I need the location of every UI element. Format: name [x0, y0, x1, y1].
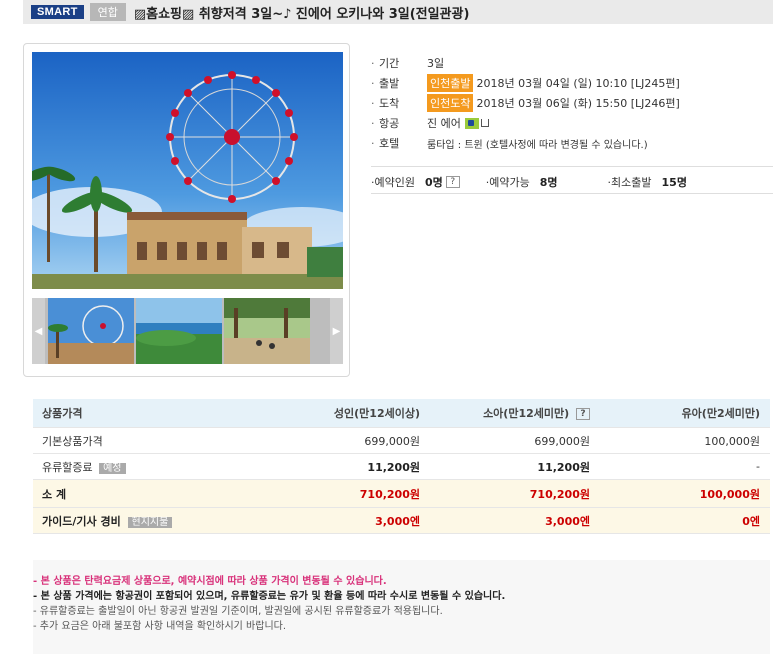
thumbnail-strip: ◀ ▶ — [32, 298, 343, 364]
linked-badge: 연합 — [89, 3, 126, 21]
chevron-right-icon[interactable]: ▶ — [330, 298, 343, 364]
airline-code-icon — [480, 119, 489, 127]
child-price: 3,000엔 — [545, 514, 590, 528]
hotel-value: 룸타입 : 트윈 (호텔사정에 따라 변경될 수 있습니다.) — [427, 139, 648, 151]
thumbnail-2[interactable] — [136, 298, 222, 364]
reserved-value: 0명 — [424, 176, 443, 189]
price-row-subtotal: 소 계 710,200원 710,200원 100,000원 — [33, 480, 770, 508]
departure-label: 출발 — [379, 77, 400, 90]
child-price: 699,000원 — [534, 434, 590, 448]
infant-price: - — [756, 460, 760, 473]
header-child: 소아(만12세미만) ? — [428, 405, 598, 421]
info-divider — [371, 166, 773, 167]
product-title: ▨홈쇼핑▨ 취향저격 3일~♪ 진에어 오키나와 3일(전일관광) — [133, 6, 470, 22]
child-help-icon[interactable]: ? — [576, 408, 590, 420]
trip-info: · 기간 3일 · 출발 인천출발 2018년 03월 04일 (일) 10:1… — [371, 53, 773, 194]
period-value: 3일 — [427, 57, 445, 70]
reserved-label: 예약인원 — [374, 176, 415, 189]
available-value: 8명 — [539, 176, 558, 189]
note-item: - 추가 요금은 아래 불포함 사항 내역을 확인하시기 바랍니다. — [33, 621, 287, 632]
chevron-left-icon[interactable]: ◀ — [32, 298, 45, 364]
main-photo[interactable] — [32, 52, 343, 289]
header-infant: 유아(만2세미만) — [681, 407, 760, 420]
infant-price: 100,000원 — [699, 487, 760, 501]
row-label: 가이드/기사 경비 — [42, 514, 121, 528]
adult-price: 710,200원 — [359, 487, 420, 501]
price-header-row: 상품가격 성인(만12세이상) 소아(만12세미만) ? 유아(만2세미만) — [33, 399, 770, 428]
row-label: 기본상품가격 — [42, 434, 103, 448]
info-hotel: · 호텔 룸타입 : 트윈 (호텔사정에 따라 변경될 수 있습니다.) — [371, 136, 648, 151]
price-row-base: 기본상품가격 699,000원 699,000원 100,000원 — [33, 428, 770, 454]
product-title-bar: SMART 연합 ▨홈쇼핑▨ 취향저격 3일~♪ 진에어 오키나와 3일(전일관… — [23, 0, 773, 24]
price-row-fuel: 유류할증료 예정 11,200원 11,200원 - — [33, 454, 770, 480]
arrival-label: 도착 — [379, 97, 400, 110]
thumbnail-3[interactable] — [224, 298, 310, 364]
arrival-value: 2018년 03월 06일 (화) 15:50 [LJ246편] — [476, 97, 680, 110]
price-notes: - 본 상품은 탄력요금제 상품으로, 예약시점에 따라 상품 가격이 변동될 … — [33, 574, 770, 634]
reserved-help-icon[interactable]: ? — [445, 176, 460, 188]
child-price: 710,200원 — [529, 487, 590, 501]
airline-label: 항공 — [379, 117, 400, 130]
departure-value: 2018년 03월 04일 (일) 10:10 [LJ245편] — [476, 77, 680, 90]
price-table: 상품가격 성인(만12세이상) 소아(만12세미만) ? 유아(만2세미만) 기… — [33, 399, 770, 534]
header-product-price: 상품가격 — [42, 407, 83, 420]
info-departure: · 출발 인천출발 2018년 03월 04일 (일) 10:10 [LJ245… — [371, 73, 773, 93]
local-pay-badge: 현지지불 — [127, 516, 173, 528]
note-item: - 유류할증료는 출발일이 아닌 항공권 발권일 기준이며, 발권일에 공시된 … — [33, 606, 443, 617]
info-arrival: · 도착 인천도착 2018년 03월 06일 (화) 15:50 [LJ246… — [371, 93, 773, 113]
booking-status: · 예약인원 0명 ? · 예약가능 8명 · 최소출발 15명 — [371, 175, 687, 190]
info-period: · 기간 3일 — [371, 56, 445, 71]
infant-price: 0엔 — [742, 514, 760, 528]
child-price: 11,200원 — [537, 460, 590, 474]
header-adult: 성인(만12세이상) — [333, 407, 420, 420]
departure-tag: 인천출발 — [427, 74, 474, 92]
airline-value: 진 에어 — [427, 117, 461, 130]
jinair-logo-icon — [464, 117, 479, 129]
arrival-tag: 인천도착 — [427, 94, 474, 112]
thumbnail-1[interactable] — [48, 298, 134, 364]
price-row-guide: 가이드/기사 경비 현지지불 3,000엔 3,000엔 0엔 — [33, 508, 770, 534]
available-label: 예약가능 — [489, 176, 530, 189]
infant-price: 100,000원 — [704, 434, 760, 448]
adult-price: 11,200원 — [367, 460, 420, 474]
info-airline: · 항공 진 에어 — [371, 113, 773, 133]
photo-gallery: ◀ ▶ — [23, 43, 350, 377]
smart-badge: SMART — [31, 5, 84, 19]
row-label: 유류할증료 — [42, 460, 93, 474]
minimum-label: 최소출발 — [611, 176, 652, 189]
period-label: 기간 — [379, 57, 400, 70]
hotel-label: 호텔 — [379, 137, 400, 150]
expected-badge: 예정 — [99, 462, 126, 474]
note-item: - 본 상품 가격에는 항공권이 포함되어 있으며, 유류할증료는 유가 및 환… — [33, 591, 506, 602]
row-label: 소 계 — [42, 487, 67, 501]
adult-price: 699,000원 — [364, 434, 420, 448]
minimum-value: 15명 — [661, 176, 687, 189]
adult-price: 3,000엔 — [375, 514, 420, 528]
note-item: - 본 상품은 탄력요금제 상품으로, 예약시점에 따라 상품 가격이 변동될 … — [33, 576, 387, 587]
booking-divider — [371, 193, 773, 194]
